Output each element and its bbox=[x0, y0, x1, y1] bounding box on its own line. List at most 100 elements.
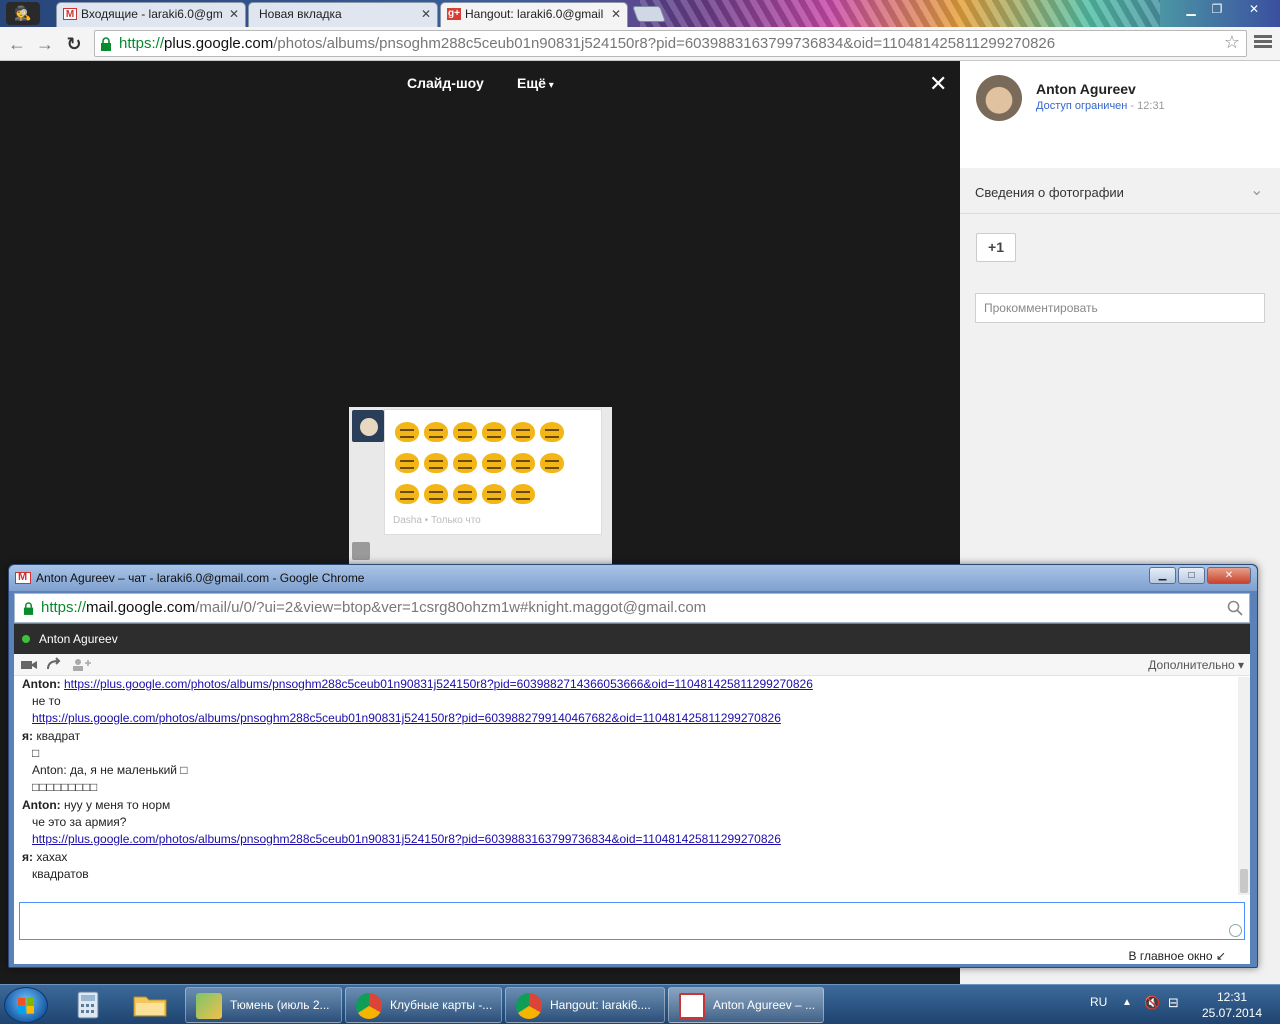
message-text: че это за армия? bbox=[32, 815, 127, 829]
language-indicator[interactable]: RU bbox=[1090, 995, 1107, 1009]
emoji-picker-icon[interactable] bbox=[1229, 924, 1242, 937]
url-path: /photos/albums/pnsoghm288c5ceub01n90831j… bbox=[273, 35, 1056, 52]
avatar bbox=[352, 542, 370, 560]
map-icon bbox=[196, 993, 222, 1019]
tab-close-icon[interactable]: ✕ bbox=[229, 3, 239, 26]
post-time: - 12:31 bbox=[1127, 100, 1165, 112]
chat-window-titlebar[interactable]: Anton Agureev – чат - laraki6.0@gmail.co… bbox=[9, 565, 1257, 591]
chat-message: Anton: да, я не маленький □ bbox=[32, 763, 188, 777]
emoji-icon bbox=[451, 449, 479, 475]
owner-name[interactable]: Anton Agureev bbox=[1036, 81, 1136, 97]
message-text: хахах bbox=[36, 850, 68, 864]
chrome-icon bbox=[516, 993, 542, 1019]
start-button[interactable] bbox=[4, 987, 48, 1023]
url-text: https://mail.google.com/mail/u/0/?ui=2&v… bbox=[41, 599, 706, 616]
url-scheme: https:// bbox=[119, 35, 165, 52]
message-link[interactable]: https://plus.google.com/photos/albums/pn… bbox=[32, 832, 781, 846]
message-card: Dasha • Только что bbox=[384, 409, 602, 535]
network-icon[interactable]: ⊟ bbox=[1168, 995, 1179, 1011]
theme-background bbox=[640, 0, 1160, 27]
emoji-icon bbox=[422, 480, 450, 506]
emoji-icon bbox=[422, 418, 450, 444]
taskbar-button-chrome-hangout[interactable]: Hangout: laraki6.... bbox=[505, 987, 665, 1023]
tab-label: Входящие - laraki6.0@gm bbox=[81, 7, 223, 21]
chrome-icon bbox=[356, 993, 382, 1019]
emoji-icon bbox=[393, 418, 421, 444]
comment-box[interactable] bbox=[975, 293, 1265, 323]
avatar bbox=[352, 410, 384, 442]
restore-button[interactable]: ❐ bbox=[1204, 0, 1230, 20]
taskbar-button-gmail-chat[interactable]: Anton Agureev – ... bbox=[668, 987, 824, 1023]
message-link[interactable]: https://plus.google.com/photos/albums/pn… bbox=[32, 711, 781, 725]
more-menu-button[interactable]: Ещё ▾ bbox=[517, 75, 554, 91]
minimize-button[interactable]: ▁ bbox=[1178, 0, 1204, 20]
chat-body: Anton Agureev Дополнительно ▾ Anton: htt… bbox=[14, 624, 1250, 964]
show-hidden-icons[interactable]: ▲ bbox=[1122, 997, 1132, 1008]
address-bar[interactable]: https://plus.google.com/photos/albums/pn… bbox=[94, 30, 1247, 57]
explorer-folder-icon[interactable] bbox=[124, 988, 176, 1022]
chat-message: квадратов bbox=[32, 867, 89, 881]
gmail-icon bbox=[15, 571, 31, 584]
maximize-button[interactable]: □ bbox=[1178, 567, 1205, 584]
emoji-icon bbox=[509, 449, 537, 475]
system-tray: RU ▲ 🔇 ⊟ 12:31 25.07.2014 bbox=[1080, 985, 1280, 1024]
emoji-icon bbox=[480, 418, 508, 444]
tab-new-tab[interactable]: Новая вкладка ✕ bbox=[248, 2, 438, 27]
minimize-button[interactable]: ▁ bbox=[1149, 567, 1176, 584]
message-meta: Dasha • Только что bbox=[393, 515, 481, 526]
tab-gmail-inbox[interactable]: M Входящие - laraki6.0@gm ✕ bbox=[56, 2, 246, 27]
comment-input[interactable] bbox=[976, 294, 1264, 322]
new-tab-button[interactable] bbox=[632, 6, 666, 22]
add-people-icon[interactable] bbox=[70, 656, 92, 674]
google-plus-icon: g+ bbox=[447, 8, 461, 20]
back-button[interactable]: ← bbox=[6, 33, 28, 55]
avatar[interactable] bbox=[976, 75, 1022, 121]
chat-scrollbar[interactable] bbox=[1238, 677, 1250, 895]
address-bar[interactable]: https://mail.google.com/mail/u/0/?ui=2&v… bbox=[14, 593, 1250, 623]
volume-icon[interactable]: 🔇 bbox=[1144, 995, 1160, 1011]
share-status: Доступ ограничен - 12:31 bbox=[1036, 100, 1165, 112]
chat-input-box[interactable] bbox=[19, 902, 1245, 940]
tab-hangout[interactable]: g+ Hangout: laraki6.0@gmail ✕ bbox=[440, 2, 628, 27]
close-window-button[interactable]: ✕ bbox=[1207, 567, 1251, 584]
tab-close-icon[interactable]: ✕ bbox=[611, 3, 621, 26]
chat-message: https://plus.google.com/photos/albums/pn… bbox=[32, 711, 781, 725]
taskbar-label: Anton Agureev – ... bbox=[713, 998, 816, 1012]
lock-icon bbox=[23, 602, 34, 615]
tab-close-icon[interactable]: ✕ bbox=[421, 3, 431, 26]
call-icon[interactable] bbox=[42, 656, 64, 674]
chat-message: я: квадрат bbox=[22, 729, 80, 743]
chat-contact-name[interactable]: Anton Agureev bbox=[39, 632, 118, 646]
message-text: не то bbox=[32, 694, 61, 708]
photo-details-toggle[interactable]: Сведения о фотографии ⌄ bbox=[960, 170, 1280, 214]
reload-button[interactable]: ↻ bbox=[63, 33, 85, 55]
taskbar-button-chrome-clubs[interactable]: Клубные карты -... bbox=[345, 987, 502, 1023]
plus-one-button[interactable]: +1 bbox=[976, 233, 1016, 262]
chat-message: я: хахах bbox=[22, 850, 67, 864]
clock[interactable]: 12:31 25.07.2014 bbox=[1192, 989, 1272, 1021]
scrollbar-thumb[interactable] bbox=[1240, 869, 1248, 893]
forward-button[interactable]: → bbox=[34, 33, 56, 55]
message-text: нуу у меня то норм bbox=[64, 798, 171, 812]
bookmark-star-icon[interactable]: ☆ bbox=[1224, 32, 1240, 53]
chat-message-input[interactable] bbox=[20, 903, 1244, 939]
emoji-icon bbox=[451, 480, 479, 506]
chrome-menu-icon[interactable] bbox=[1254, 33, 1272, 51]
message-link[interactable]: https://plus.google.com/photos/albums/pn… bbox=[64, 677, 813, 691]
video-call-icon[interactable] bbox=[18, 656, 40, 674]
search-icon[interactable] bbox=[1227, 600, 1243, 616]
close-viewer-button[interactable]: ✕ bbox=[929, 71, 947, 97]
emoji-icon bbox=[451, 418, 479, 444]
gmail-icon bbox=[679, 993, 705, 1019]
clock-time: 12:31 bbox=[1216, 990, 1248, 1004]
calculator-icon[interactable] bbox=[62, 988, 114, 1022]
more-options-menu[interactable]: Дополнительно ▾ bbox=[1148, 658, 1244, 672]
emoji-icon bbox=[538, 418, 566, 444]
taskbar-button-map[interactable]: Тюмень (июль 2... bbox=[185, 987, 342, 1023]
slideshow-button[interactable]: Слайд-шоу bbox=[407, 75, 484, 91]
pop-in-link[interactable]: В главное окно ↙ bbox=[1129, 949, 1226, 963]
close-window-button[interactable]: ✕ bbox=[1232, 0, 1276, 20]
url-text: https://plus.google.com/photos/albums/pn… bbox=[119, 35, 1055, 52]
access-link[interactable]: Доступ ограничен bbox=[1036, 100, 1127, 112]
chat-message: □ bbox=[32, 746, 39, 760]
